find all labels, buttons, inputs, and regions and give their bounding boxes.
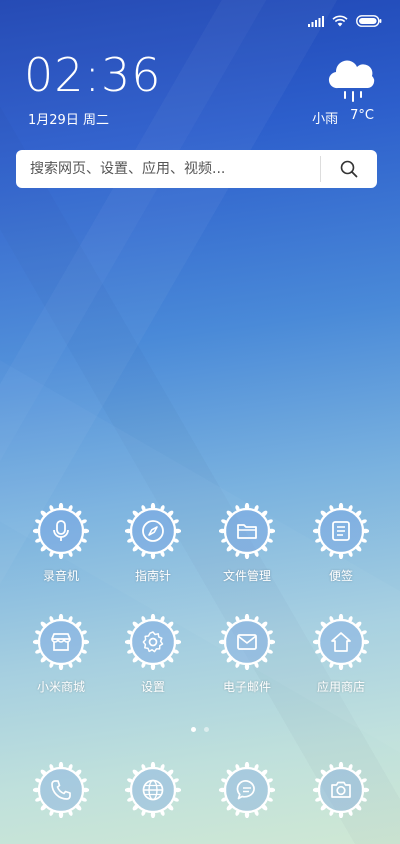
page-dot-active[interactable] <box>191 727 196 732</box>
weather-info[interactable]: 小雨 7°C <box>312 108 374 127</box>
mail-icon <box>237 634 257 650</box>
app-mi-store[interactable]: 小米商城 <box>16 614 106 695</box>
dock-messages[interactable] <box>202 762 292 818</box>
phone-icon <box>51 780 71 800</box>
camera-app-icon[interactable] <box>313 762 369 818</box>
home-store-icon <box>331 632 351 652</box>
app-recorder[interactable]: 录音机 <box>16 503 106 584</box>
app-notes[interactable]: 便签 <box>296 503 386 584</box>
search-input[interactable] <box>16 161 320 177</box>
wifi-icon <box>332 15 348 27</box>
app-store-app-icon[interactable] <box>313 614 369 670</box>
app-compass[interactable]: 指南针 <box>108 503 198 584</box>
file-manager-app-icon[interactable] <box>219 503 275 559</box>
search-icon <box>340 160 358 178</box>
settings-app-icon[interactable] <box>125 614 181 670</box>
phone-app-icon[interactable] <box>33 762 89 818</box>
app-label: 便签 <box>328 569 353 583</box>
microphone-icon <box>53 520 69 541</box>
notes-icon <box>332 521 350 541</box>
mi-store-app-icon[interactable] <box>33 614 89 670</box>
battery-icon <box>356 15 382 27</box>
status-bar <box>308 10 382 32</box>
browser-icon <box>142 779 164 801</box>
app-label: 小米商城 <box>36 680 85 694</box>
app-label: 应用商店 <box>316 680 365 694</box>
dock-browser[interactable] <box>108 762 198 818</box>
store-icon <box>51 633 71 651</box>
signal-icon <box>308 15 324 27</box>
app-file-manager[interactable]: 文件管理 <box>202 503 292 584</box>
app-label: 电子邮件 <box>222 680 271 694</box>
weather-condition: 小雨 <box>312 112 339 127</box>
camera-icon <box>331 781 351 798</box>
folder-icon <box>237 524 257 539</box>
email-app-icon[interactable] <box>219 614 275 670</box>
search-bar[interactable] <box>16 150 377 188</box>
gear-icon <box>142 631 164 653</box>
compass-app-icon[interactable] <box>125 503 181 559</box>
compass-icon <box>142 520 164 542</box>
app-label: 文件管理 <box>222 569 271 583</box>
dock-phone[interactable] <box>16 762 106 818</box>
app-label: 设置 <box>140 680 165 694</box>
rain-cloud-icon[interactable] <box>326 58 376 108</box>
browser-app-icon[interactable] <box>125 762 181 818</box>
notes-app-icon[interactable] <box>313 503 369 559</box>
clock-date[interactable]: 1月29日 周二 <box>28 109 109 128</box>
page-dot[interactable] <box>204 727 209 732</box>
clock-time[interactable]: 02:36 <box>24 52 162 98</box>
app-label: 录音机 <box>42 569 79 583</box>
app-label: 指南针 <box>134 569 171 583</box>
messages-app-icon[interactable] <box>219 762 275 818</box>
recorder-app-icon[interactable] <box>33 503 89 559</box>
page-indicator <box>0 727 400 732</box>
weather-temperature: 7°C <box>350 108 374 123</box>
message-icon <box>236 780 255 800</box>
app-email[interactable]: 电子邮件 <box>202 614 292 695</box>
app-app-store[interactable]: 应用商店 <box>296 614 386 695</box>
dock-camera[interactable] <box>296 762 386 818</box>
search-button[interactable] <box>321 150 377 188</box>
app-settings[interactable]: 设置 <box>108 614 198 695</box>
